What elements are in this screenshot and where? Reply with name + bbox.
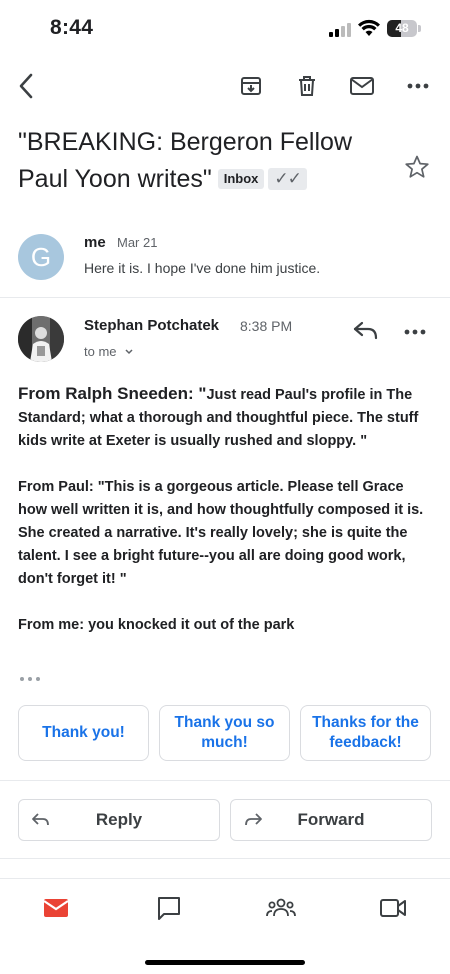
chat-icon	[158, 897, 180, 920]
delete-button[interactable]	[289, 68, 325, 104]
avatar	[18, 316, 64, 362]
message-time: 8:38 PM	[240, 318, 293, 334]
nav-meet[interactable]	[373, 893, 413, 923]
status-bar: 8:44 48	[0, 0, 450, 56]
status-time: 8:44	[50, 16, 94, 39]
sender-name: Stephan Potchatek	[84, 317, 220, 334]
archive-button[interactable]	[233, 68, 269, 104]
message-more-button[interactable]	[404, 322, 426, 340]
reply-button[interactable]: Reply	[18, 799, 220, 841]
reply-label: Reply	[95, 810, 143, 829]
back-button[interactable]	[8, 68, 44, 104]
back-icon	[19, 73, 33, 99]
mark-unread-button[interactable]	[344, 68, 380, 104]
signal-icon	[329, 23, 351, 37]
chevron-down-icon	[125, 349, 133, 355]
nav-spaces[interactable]	[261, 893, 301, 923]
star-icon	[405, 155, 429, 178]
show-trimmed-button[interactable]	[18, 672, 42, 684]
nav-chat[interactable]	[149, 893, 189, 923]
nav-mail[interactable]	[36, 893, 76, 923]
divider	[0, 780, 450, 781]
battery-icon: 48	[387, 20, 417, 37]
subject-heading: "BREAKING: Bergeron Fellow Paul Yoon wri…	[18, 124, 398, 198]
home-indicator	[145, 960, 305, 965]
inbox-label[interactable]: Inbox	[217, 169, 265, 189]
star-button[interactable]	[404, 154, 430, 185]
collapsed-message[interactable]: G me Mar 21 Here it is. I hope I've done…	[0, 226, 450, 298]
divider	[0, 297, 450, 298]
recipient-toggle[interactable]: to me	[84, 344, 134, 359]
smart-reply-button[interactable]: Thanks for the feedback!	[300, 705, 431, 761]
avatar: G	[18, 234, 64, 280]
divider	[0, 858, 450, 859]
forward-button[interactable]: Forward	[230, 799, 432, 841]
message-header: Stephan Potchatek 8:38 PM to me	[0, 310, 450, 370]
message-date: Mar 21	[117, 235, 158, 250]
body-paragraph: From me: you knocked it out of the park	[18, 617, 295, 633]
meet-icon	[380, 899, 406, 917]
body-paragraph: From Paul: "This is a gorgeous article. …	[18, 479, 424, 587]
more-icon	[404, 329, 426, 335]
forward-icon	[245, 813, 262, 826]
more-icon	[407, 83, 429, 89]
mail-icon	[350, 77, 374, 95]
mail-icon	[43, 899, 69, 917]
message-snippet: Here it is. I hope I've done him justice…	[84, 260, 321, 276]
more-button[interactable]	[400, 68, 436, 104]
smart-reply-button[interactable]: Thank you so much!	[159, 705, 290, 761]
reply-icon	[32, 813, 49, 826]
reply-icon-button[interactable]	[352, 318, 380, 347]
forward-label: Forward	[297, 810, 365, 829]
sender-name: me	[84, 234, 106, 251]
check-label[interactable]: ✓✓	[268, 168, 307, 190]
message-toolbar	[0, 62, 450, 110]
wifi-icon	[358, 19, 380, 36]
message-body: From Ralph Sneeden: "Just read Paul's pr…	[18, 382, 434, 660]
recipient-label: to me	[84, 344, 117, 359]
trash-icon	[299, 76, 315, 96]
reply-icon	[353, 321, 378, 340]
archive-icon	[241, 77, 261, 95]
smart-reply-button[interactable]: Thank you!	[18, 705, 149, 761]
body-paragraph: From Ralph Sneeden: "Just read Paul's pr…	[18, 384, 419, 449]
spaces-icon	[266, 898, 296, 917]
ellipsis-icon	[20, 677, 40, 681]
